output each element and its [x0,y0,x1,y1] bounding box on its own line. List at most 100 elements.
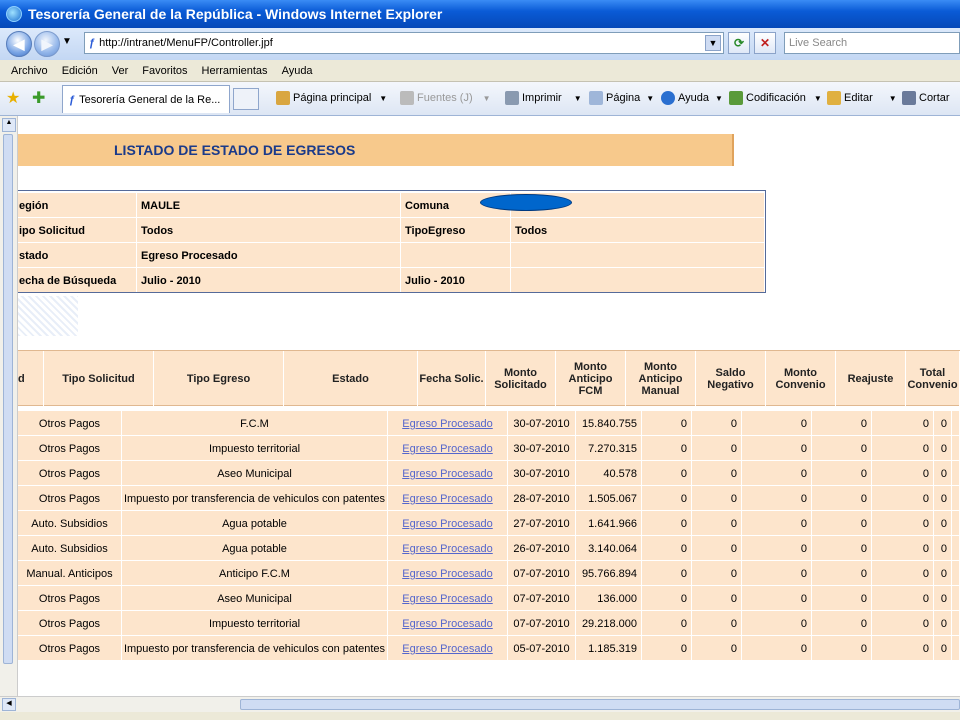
menu-bar: Archivo Edición Ver Favoritos Herramient… [0,60,960,82]
address-input[interactable]: ƒ http://intranet/MenuFP/Controller.jpf … [84,32,724,54]
print-dropdown-icon[interactable]: ▼ [574,94,582,103]
estado-link[interactable]: Egreso Procesado [388,636,508,660]
estado-link[interactable]: Egreso Procesado [388,561,508,585]
estado-link[interactable]: Egreso Procesado [388,486,508,510]
menu-archivo[interactable]: Archivo [4,65,55,77]
scroll-thumb[interactable] [3,134,13,664]
cell-total-convenio: 0 [934,611,952,635]
cell-fecha: 30-07-2010 [508,411,576,435]
cell-total-convenio: 0 [934,586,952,610]
home-button[interactable]: Página principal ▼ [276,91,387,105]
menu-herramientas[interactable]: Herramientas [195,65,275,77]
cell-edge [952,586,960,610]
table-row: Auto. Subsidios Agua potable Egreso Proces… [18,536,960,561]
cell-edge [952,461,960,485]
cell-edge [952,411,960,435]
cell-total-convenio: 0 [934,411,952,435]
history-dropdown-icon[interactable]: ▼ [62,36,72,47]
cell-tipo-solicitud: Otros Pagos [18,486,122,510]
filter-label [401,243,511,267]
cell-tipo-solicitud: Otros Pagos [18,411,122,435]
menu-edicion[interactable]: Edición [55,65,105,77]
col-header-anticipo-fcm[interactable]: Monto Anticipo FCM [556,351,626,407]
edit-button[interactable]: Editar ▼ [827,91,897,105]
cell-tipo-solicitud: Otros Pagos [18,461,122,485]
horizontal-scrollbar[interactable]: ◀ [0,696,960,712]
col-header-reajuste[interactable]: Reajuste [836,351,906,407]
horizontal-scroll-thumb[interactable] [240,699,960,710]
cell-fecha: 27-07-2010 [508,511,576,535]
table-row: Otros Pagos Impuesto por transferencia de… [18,636,960,661]
cell-saldo-negativo: 0 [742,611,812,635]
col-header-tipo-egreso[interactable]: Tipo Egreso [154,351,284,407]
col-header-tipo-solicitud[interactable]: Tipo Solicitud [44,351,154,407]
home-label: Página principal [293,92,372,104]
feeds-button[interactable]: Fuentes (J) ▼ [400,91,491,105]
page-dropdown-icon[interactable]: ▼ [646,94,654,103]
cell-anticipo-manual: 0 [692,636,742,660]
cell-fecha: 07-07-2010 [508,586,576,610]
favorites-star-icon[interactable]: ★ [6,88,20,108]
filter-value [511,243,765,267]
estado-link[interactable]: Egreso Procesado [388,611,508,635]
help-dropdown-icon[interactable]: ▼ [715,94,723,103]
cell-anticipo-manual: 0 [692,411,742,435]
vertical-scrollbar[interactable]: ▲ [0,116,18,696]
page-menu-button[interactable]: Página ▼ [589,91,654,105]
help-label: Ayuda [678,92,709,104]
back-arrow-icon[interactable]: ◀ [6,31,32,57]
new-tab-button[interactable] [233,88,259,110]
estado-link[interactable]: Egreso Procesado [388,411,508,435]
cell-edge [952,486,960,510]
cut-button[interactable]: Cortar [902,91,950,105]
cell-tipo-solicitud: Otros Pagos [18,636,122,660]
cell-tipo-egreso: Anticipo F.C.M [122,561,388,585]
menu-ver[interactable]: Ver [105,65,136,77]
cell-monto-solicitado: 1.505.067 [576,486,642,510]
col-header-anticipo-manual[interactable]: Monto Anticipo Manual [626,351,696,407]
col-header-fecha[interactable]: Fecha Solic. [418,351,486,407]
estado-link[interactable]: Egreso Procesado [388,536,508,560]
edit-dropdown-icon[interactable]: ▼ [889,94,897,103]
cell-tipo-solicitud: Auto. Subsidios [18,511,122,535]
browser-tab[interactable]: ƒ Tesorería General de la Re... [62,85,230,113]
filter-summary: egión MAULE Comuna ipo Solicitud Todos T… [18,190,766,293]
live-search-input[interactable]: Live Search [784,32,960,54]
col-header[interactable]: d [18,351,44,407]
col-header-saldo-negativo[interactable]: Saldo Negativo [696,351,766,407]
cell-saldo-negativo: 0 [742,586,812,610]
stop-icon[interactable]: ✕ [754,32,776,54]
col-header-monto-solicitado[interactable]: Monto Solicitado [486,351,556,407]
print-button[interactable]: Imprimir ▼ [505,91,582,105]
estado-link[interactable]: Egreso Procesado [388,586,508,610]
cell-anticipo-manual: 0 [692,511,742,535]
cell-monto-convenio: 0 [812,536,872,560]
forward-arrow-icon[interactable]: ▶ [34,31,60,57]
cell-monto-solicitado: 3.140.064 [576,536,642,560]
estado-link[interactable]: Egreso Procesado [388,461,508,485]
feeds-dropdown-icon[interactable]: ▼ [483,94,491,103]
cell-reajuste: 0 [872,561,934,585]
encoding-button[interactable]: Codificación ▼ [729,91,822,105]
add-favorite-icon[interactable]: ✚ [32,88,45,108]
filter-label: echa de Búsqueda [18,268,137,292]
address-dropdown-icon[interactable]: ▼ [705,35,721,51]
col-header-monto-convenio[interactable]: Monto Convenio [766,351,836,407]
col-header-total-convenio[interactable]: Total Convenio [906,351,960,407]
page-title: LISTADO DE ESTADO DE EGRESOS [18,134,734,166]
cell-saldo-negativo: 0 [742,436,812,460]
encoding-dropdown-icon[interactable]: ▼ [814,94,822,103]
estado-link[interactable]: Egreso Procesado [388,511,508,535]
menu-ayuda[interactable]: Ayuda [275,65,320,77]
scroll-up-icon[interactable]: ▲ [2,118,16,132]
refresh-icon[interactable]: ⟳ [728,32,750,54]
col-header-estado[interactable]: Estado [284,351,418,407]
cell-monto-solicitado: 40.578 [576,461,642,485]
help-button[interactable]: Ayuda ▼ [661,91,723,105]
table-row: Otros Pagos F.C.M Egreso Procesado 30-07-20… [18,411,960,436]
scroll-left-icon[interactable]: ◀ [2,698,16,711]
estado-link[interactable]: Egreso Procesado [388,436,508,460]
menu-favoritos[interactable]: Favoritos [135,65,194,77]
cell-anticipo-fcm: 0 [642,461,692,485]
home-dropdown-icon[interactable]: ▼ [379,94,387,103]
